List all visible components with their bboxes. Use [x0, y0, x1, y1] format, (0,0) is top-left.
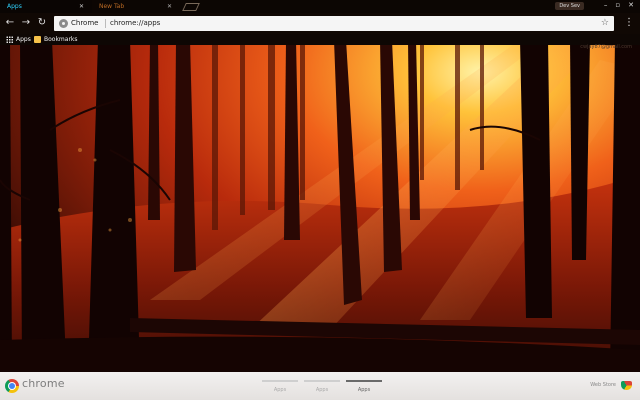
window-controls: – ▫ ✕: [604, 1, 634, 9]
page-switcher: Apps Apps Apps: [262, 380, 382, 393]
omnibox-scheme: Chrome: [71, 19, 99, 27]
forward-arrow-icon[interactable]: →: [20, 17, 32, 29]
bookmark-folder-bookmarks[interactable]: Bookmarks: [44, 34, 78, 45]
bookmarks-bar: Apps Bookmarks: [0, 34, 640, 45]
web-store-icon[interactable]: [621, 381, 632, 390]
chrome-wordmark: chrome: [22, 377, 65, 390]
omnibox-divider: [105, 19, 106, 28]
close-tab-icon[interactable]: ✕: [167, 0, 172, 13]
apps-bottom-bar: chrome Apps Apps Apps Web Store: [0, 372, 640, 400]
reload-icon[interactable]: ↻: [36, 17, 48, 29]
page-tab-3[interactable]: Apps: [346, 380, 382, 393]
bookmark-apps[interactable]: Apps: [16, 34, 31, 45]
tab-apps[interactable]: Apps ✕: [0, 0, 92, 13]
back-arrow-icon[interactable]: ←: [4, 17, 16, 29]
folder-icon: [34, 36, 41, 43]
close-icon[interactable]: ✕: [628, 1, 634, 9]
close-tab-icon[interactable]: ✕: [79, 0, 84, 13]
omnibox-url[interactable]: chrome://apps: [110, 16, 160, 31]
apps-grid-icon[interactable]: [6, 36, 13, 43]
toolbar: ← → ↻ Chrome chrome://apps ☆ ⋮: [0, 13, 640, 34]
chrome-logo-icon: [5, 379, 19, 393]
chrome-page-icon: [59, 19, 68, 28]
tab-new-tab[interactable]: New Tab ✕: [92, 0, 180, 13]
account-email[interactable]: cwjay87@gmail.com: [580, 44, 632, 50]
profile-button[interactable]: Dev Sev: [555, 2, 584, 10]
tab-label: New Tab: [99, 3, 125, 10]
restore-icon[interactable]: ▫: [615, 1, 620, 9]
chrome-menu-icon[interactable]: ⋮: [624, 16, 634, 30]
theme-background-image: [0, 0, 640, 400]
page-tab-1[interactable]: Apps: [262, 380, 298, 393]
tab-label: Apps: [7, 3, 22, 10]
new-tab-button[interactable]: [182, 3, 200, 11]
omnibox[interactable]: Chrome chrome://apps ☆: [54, 16, 614, 31]
web-store-link[interactable]: Web Store: [590, 382, 616, 388]
page-tab-2[interactable]: Apps: [304, 380, 340, 393]
tab-strip: Apps ✕ New Tab ✕ Dev Sev – ▫ ✕: [0, 0, 640, 13]
bookmark-star-icon[interactable]: ☆: [601, 16, 609, 31]
minimize-icon[interactable]: –: [604, 1, 608, 9]
